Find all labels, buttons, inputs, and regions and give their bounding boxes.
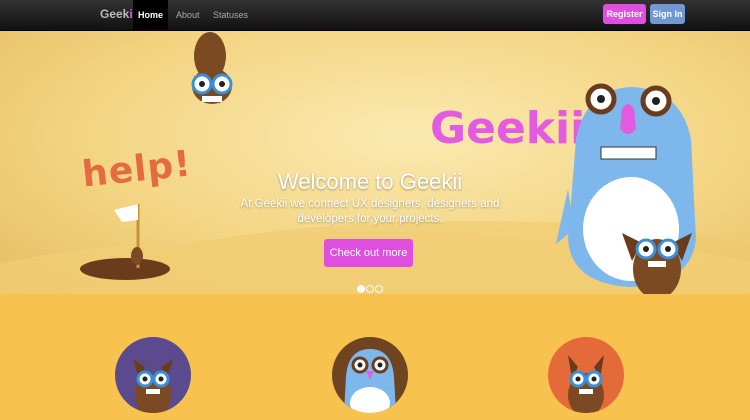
- top-navbar: Geekii Home About Statuses Register Sign…: [0, 0, 750, 31]
- carousel-dot-2[interactable]: [366, 285, 374, 293]
- brand-logo[interactable]: Geekii: [100, 7, 136, 21]
- feature-circle-developer: [548, 337, 624, 413]
- hero-carousel: help! Geekii Welcome to Geekii At Geekii…: [0, 31, 750, 294]
- small-owl-illustration: [622, 233, 692, 294]
- hero-subtitle: At Geekii we connect UX designers, desig…: [240, 198, 500, 225]
- carousel-dot-3[interactable]: [375, 285, 383, 293]
- carousel-dot-1[interactable]: [357, 285, 365, 293]
- owl-avatar-icon: [568, 355, 604, 413]
- feature-circle-ux-designer: [115, 337, 191, 413]
- hanging-owl-illustration: [191, 32, 233, 104]
- feature-circle-designer: [332, 337, 408, 413]
- check-out-more-button[interactable]: Check out more: [324, 239, 413, 267]
- sign-in-button[interactable]: Sign In: [650, 4, 685, 24]
- help-sign-text: help!: [80, 143, 194, 196]
- owl-avatar-icon: [133, 359, 173, 413]
- nav-about[interactable]: About: [176, 0, 200, 30]
- carousel-indicators: [357, 280, 384, 294]
- nav-home[interactable]: Home: [133, 0, 168, 30]
- register-button[interactable]: Register: [603, 4, 646, 24]
- nav-statuses[interactable]: Statuses: [213, 0, 248, 30]
- hero-title: Welcome to Geekii: [277, 169, 463, 194]
- white-flag-illustration: [114, 204, 143, 268]
- brand-text: Geek: [100, 7, 130, 21]
- monster-avatar-icon: [344, 349, 396, 413]
